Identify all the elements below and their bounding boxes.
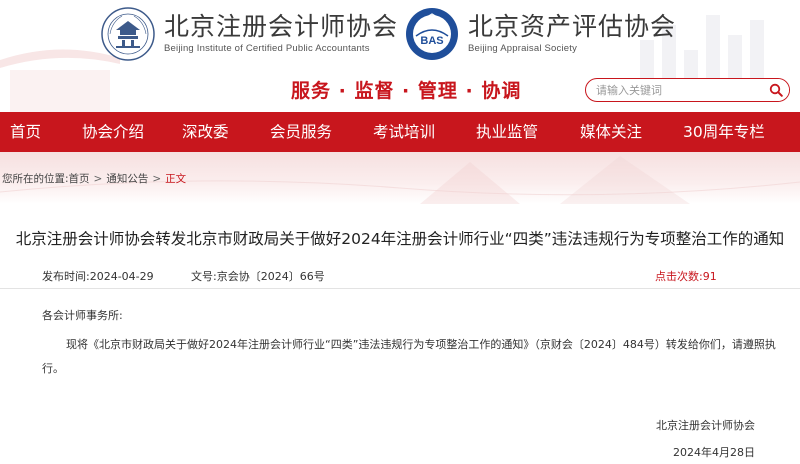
bicpa-logo-group[interactable]: 北京注册会计师协会 Beijing Institute of Certified…: [100, 6, 398, 62]
nav-home[interactable]: 首页: [10, 112, 41, 152]
site-header: 北京注册会计师协会 Beijing Institute of Certified…: [0, 0, 800, 112]
bas-logo-group[interactable]: BAS 北京资产评估协会 Beijing Appraisal Society: [404, 6, 676, 62]
view-count-label: 点击次数:: [655, 270, 703, 283]
article-signature: 北京注册会计师协会: [656, 419, 755, 432]
nav-media[interactable]: 媒体关注: [580, 112, 642, 152]
publish-date-label: 发布时间:: [42, 270, 90, 283]
bas-name-cn: 北京资产评估协会: [468, 12, 677, 41]
nav-about[interactable]: 协会介绍: [82, 112, 144, 152]
document-number-value: 京会协〔2024〕66号: [216, 270, 325, 283]
document-number: 文号:京会协〔2024〕66号: [191, 268, 325, 284]
site-slogan: 服务 · 监督 · 管理 · 协调: [291, 80, 522, 102]
breadcrumb-separator: >: [152, 172, 162, 185]
article-sign-date: 2024年4月28日: [673, 446, 755, 459]
search-box: [585, 78, 790, 102]
search-button[interactable]: [762, 79, 789, 101]
view-count: 点击次数:91: [655, 268, 717, 284]
article-title: 北京注册会计师协会转发北京市财政局关于做好2024年注册会计师行业“四类”违法违…: [15, 230, 785, 248]
nav-member-services[interactable]: 会员服务: [270, 112, 332, 152]
article-salutation: 各会计师事务所:: [42, 309, 123, 322]
view-count-value: 91: [702, 270, 717, 283]
breadcrumb-separator: >: [93, 172, 103, 185]
bas-name-en: Beijing Appraisal Society: [468, 43, 578, 54]
nav-reform-committee[interactable]: 深改委: [182, 112, 229, 152]
nav-practice-supervision[interactable]: 执业监管: [476, 112, 538, 152]
search-icon: [769, 83, 783, 97]
breadcrumb-notices[interactable]: 通知公告: [106, 171, 148, 186]
bas-emblem-text: BAS: [420, 35, 443, 47]
breadcrumb-home[interactable]: 首页: [69, 171, 90, 186]
meta-divider: [0, 288, 800, 289]
publish-date: 发布时间:2024-04-29: [42, 268, 154, 284]
main-nav: 首页 协会介绍 深改委 会员服务 考试培训 执业监管 媒体关注 30周年专栏: [0, 112, 800, 152]
breadcrumb: 您所在的位置: 首页 > 通知公告 > 正文: [2, 171, 186, 186]
publish-date-value: 2024-04-29: [89, 270, 154, 283]
breadcrumb-current: 正文: [165, 173, 187, 185]
bicpa-emblem-icon: [101, 7, 155, 61]
search-input[interactable]: [586, 79, 762, 101]
nav-exam-training[interactable]: 考试培训: [373, 112, 435, 152]
nav-30th-anniversary[interactable]: 30周年专栏: [683, 112, 765, 152]
breadcrumb-prefix: 您所在的位置:: [2, 173, 69, 185]
bicpa-name-en: Beijing Institute of Certified Public Ac…: [164, 43, 370, 54]
bas-emblem-icon: BAS: [406, 8, 458, 60]
article-body: 现将《北京市财政局关于做好2024年注册会计师行业“四类”违法违规行为专项整治工…: [42, 338, 776, 375]
bicpa-name-cn: 北京注册会计师协会: [164, 12, 399, 41]
document-number-label: 文号:: [191, 270, 217, 283]
